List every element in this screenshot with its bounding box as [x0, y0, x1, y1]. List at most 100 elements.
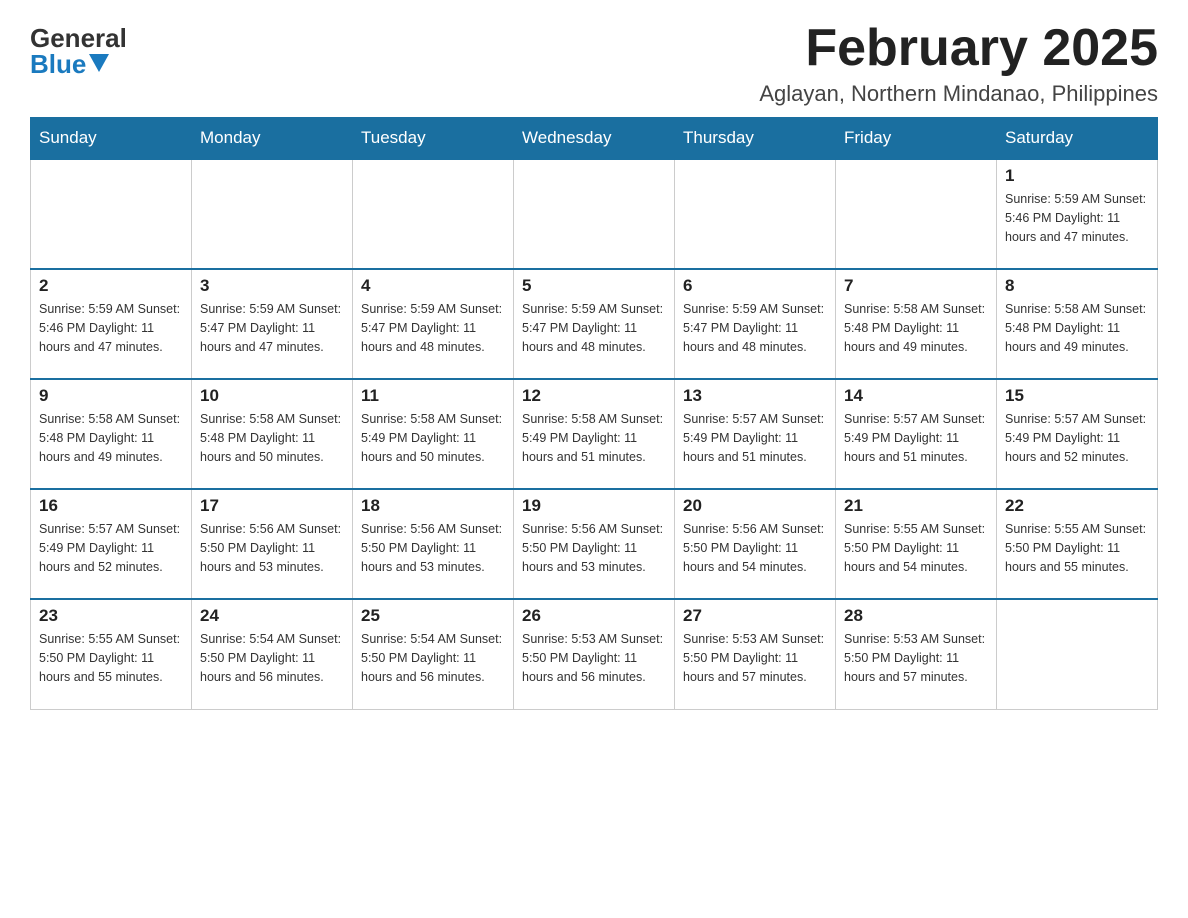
- logo-triangle-icon: [89, 54, 109, 72]
- col-thursday: Thursday: [675, 118, 836, 160]
- day-info: Sunrise: 5:56 AM Sunset: 5:50 PM Dayligh…: [200, 520, 344, 576]
- calendar-week-row: 16 Sunrise: 5:57 AM Sunset: 5:49 PM Dayli…: [31, 489, 1158, 599]
- day-number: 27: [683, 606, 827, 626]
- table-row: 8 Sunrise: 5:58 AM Sunset: 5:48 PM Daylig…: [997, 269, 1158, 379]
- table-row: 3 Sunrise: 5:59 AM Sunset: 5:47 PM Daylig…: [192, 269, 353, 379]
- logo-blue-text: Blue: [30, 51, 109, 77]
- day-info: Sunrise: 5:55 AM Sunset: 5:50 PM Dayligh…: [39, 630, 183, 686]
- day-info: Sunrise: 5:58 AM Sunset: 5:49 PM Dayligh…: [522, 410, 666, 466]
- table-row: 15Sunrise: 5:57 AM Sunset: 5:49 PM Dayli…: [997, 379, 1158, 489]
- table-row: 23 Sunrise: 5:55 AM Sunset: 5:50 PM Dayli…: [31, 599, 192, 709]
- day-number: 18: [361, 496, 505, 516]
- day-number: 15: [1005, 386, 1149, 406]
- table-row: 13Sunrise: 5:57 AM Sunset: 5:49 PM Dayli…: [675, 379, 836, 489]
- calendar-table: Sunday Monday Tuesday Wednesday Thursday…: [30, 117, 1158, 710]
- day-number: 4: [361, 276, 505, 296]
- day-number: 10: [200, 386, 344, 406]
- table-row: [836, 159, 997, 269]
- table-row: [353, 159, 514, 269]
- table-row: 2Sunrise: 5:59 AM Sunset: 5:46 PM Daylig…: [31, 269, 192, 379]
- day-info: Sunrise: 5:53 AM Sunset: 5:50 PM Dayligh…: [683, 630, 827, 686]
- table-row: 28 Sunrise: 5:53 AM Sunset: 5:50 PM Dayli…: [836, 599, 997, 709]
- table-row: [514, 159, 675, 269]
- table-row: 24 Sunrise: 5:54 AM Sunset: 5:50 PM Dayli…: [192, 599, 353, 709]
- table-row: 9 Sunrise: 5:58 AM Sunset: 5:48 PM Daylig…: [31, 379, 192, 489]
- day-info: Sunrise: 5:56 AM Sunset: 5:50 PM Dayligh…: [361, 520, 505, 576]
- day-info: Sunrise: 5:58 AM Sunset: 5:48 PM Dayligh…: [200, 410, 344, 466]
- table-row: 7 Sunrise: 5:58 AM Sunset: 5:48 PM Daylig…: [836, 269, 997, 379]
- day-number: 3: [200, 276, 344, 296]
- table-row: 19Sunrise: 5:56 AM Sunset: 5:50 PM Dayli…: [514, 489, 675, 599]
- day-number: 16: [39, 496, 183, 516]
- table-row: 21 Sunrise: 5:55 AM Sunset: 5:50 PM Dayli…: [836, 489, 997, 599]
- day-number: 5: [522, 276, 666, 296]
- day-number: 11: [361, 386, 505, 406]
- table-row: [997, 599, 1158, 709]
- table-row: 12 Sunrise: 5:58 AM Sunset: 5:49 PM Dayli…: [514, 379, 675, 489]
- day-number: 6: [683, 276, 827, 296]
- day-number: 23: [39, 606, 183, 626]
- day-number: 14: [844, 386, 988, 406]
- table-row: 27 Sunrise: 5:53 AM Sunset: 5:50 PM Dayli…: [675, 599, 836, 709]
- logo-general-text: General: [30, 25, 127, 51]
- calendar-week-row: 23 Sunrise: 5:55 AM Sunset: 5:50 PM Dayli…: [31, 599, 1158, 709]
- table-row: 6Sunrise: 5:59 AM Sunset: 5:47 PM Daylig…: [675, 269, 836, 379]
- table-row: 22Sunrise: 5:55 AM Sunset: 5:50 PM Dayli…: [997, 489, 1158, 599]
- day-info: Sunrise: 5:54 AM Sunset: 5:50 PM Dayligh…: [200, 630, 344, 686]
- table-row: [31, 159, 192, 269]
- col-wednesday: Wednesday: [514, 118, 675, 160]
- table-row: 5 Sunrise: 5:59 AM Sunset: 5:47 PM Daylig…: [514, 269, 675, 379]
- title-block: February 2025 Aglayan, Northern Mindanao…: [759, 20, 1158, 107]
- table-row: 26Sunrise: 5:53 AM Sunset: 5:50 PM Dayli…: [514, 599, 675, 709]
- table-row: 10 Sunrise: 5:58 AM Sunset: 5:48 PM Dayli…: [192, 379, 353, 489]
- calendar-header-row: Sunday Monday Tuesday Wednesday Thursday…: [31, 118, 1158, 160]
- col-saturday: Saturday: [997, 118, 1158, 160]
- table-row: 4 Sunrise: 5:59 AM Sunset: 5:47 PM Daylig…: [353, 269, 514, 379]
- table-row: 16 Sunrise: 5:57 AM Sunset: 5:49 PM Dayli…: [31, 489, 192, 599]
- day-number: 21: [844, 496, 988, 516]
- location-title: Aglayan, Northern Mindanao, Philippines: [759, 81, 1158, 107]
- table-row: [675, 159, 836, 269]
- col-friday: Friday: [836, 118, 997, 160]
- day-info: Sunrise: 5:53 AM Sunset: 5:50 PM Dayligh…: [844, 630, 988, 686]
- day-info: Sunrise: 5:54 AM Sunset: 5:50 PM Dayligh…: [361, 630, 505, 686]
- day-number: 20: [683, 496, 827, 516]
- table-row: 14 Sunrise: 5:57 AM Sunset: 5:49 PM Dayli…: [836, 379, 997, 489]
- day-number: 28: [844, 606, 988, 626]
- calendar-week-row: 9 Sunrise: 5:58 AM Sunset: 5:48 PM Daylig…: [31, 379, 1158, 489]
- day-info: Sunrise: 5:59 AM Sunset: 5:46 PM Dayligh…: [39, 300, 183, 356]
- day-number: 24: [200, 606, 344, 626]
- day-info: Sunrise: 5:59 AM Sunset: 5:47 PM Dayligh…: [361, 300, 505, 356]
- table-row: 25Sunrise: 5:54 AM Sunset: 5:50 PM Dayli…: [353, 599, 514, 709]
- day-info: Sunrise: 5:56 AM Sunset: 5:50 PM Dayligh…: [683, 520, 827, 576]
- col-monday: Monday: [192, 118, 353, 160]
- day-info: Sunrise: 5:58 AM Sunset: 5:48 PM Dayligh…: [844, 300, 988, 356]
- day-number: 1: [1005, 166, 1149, 186]
- col-tuesday: Tuesday: [353, 118, 514, 160]
- table-row: 17 Sunrise: 5:56 AM Sunset: 5:50 PM Dayli…: [192, 489, 353, 599]
- day-info: Sunrise: 5:59 AM Sunset: 5:47 PM Dayligh…: [200, 300, 344, 356]
- day-number: 19: [522, 496, 666, 516]
- day-info: Sunrise: 5:58 AM Sunset: 5:48 PM Dayligh…: [39, 410, 183, 466]
- col-sunday: Sunday: [31, 118, 192, 160]
- day-number: 9: [39, 386, 183, 406]
- day-number: 7: [844, 276, 988, 296]
- day-info: Sunrise: 5:55 AM Sunset: 5:50 PM Dayligh…: [1005, 520, 1149, 576]
- page-header: General Blue February 2025 Aglayan, Nort…: [30, 20, 1158, 107]
- calendar-week-row: 1 Sunrise: 5:59 AM Sunset: 5:46 PM Daylig…: [31, 159, 1158, 269]
- day-number: 12: [522, 386, 666, 406]
- day-info: Sunrise: 5:57 AM Sunset: 5:49 PM Dayligh…: [39, 520, 183, 576]
- day-info: Sunrise: 5:57 AM Sunset: 5:49 PM Dayligh…: [844, 410, 988, 466]
- day-info: Sunrise: 5:57 AM Sunset: 5:49 PM Dayligh…: [683, 410, 827, 466]
- day-number: 26: [522, 606, 666, 626]
- month-title: February 2025: [759, 20, 1158, 77]
- day-info: Sunrise: 5:58 AM Sunset: 5:48 PM Dayligh…: [1005, 300, 1149, 356]
- calendar-week-row: 2Sunrise: 5:59 AM Sunset: 5:46 PM Daylig…: [31, 269, 1158, 379]
- day-info: Sunrise: 5:59 AM Sunset: 5:46 PM Dayligh…: [1005, 190, 1149, 246]
- table-row: 18 Sunrise: 5:56 AM Sunset: 5:50 PM Dayli…: [353, 489, 514, 599]
- day-number: 17: [200, 496, 344, 516]
- day-info: Sunrise: 5:55 AM Sunset: 5:50 PM Dayligh…: [844, 520, 988, 576]
- day-number: 8: [1005, 276, 1149, 296]
- day-info: Sunrise: 5:59 AM Sunset: 5:47 PM Dayligh…: [522, 300, 666, 356]
- table-row: 20 Sunrise: 5:56 AM Sunset: 5:50 PM Dayli…: [675, 489, 836, 599]
